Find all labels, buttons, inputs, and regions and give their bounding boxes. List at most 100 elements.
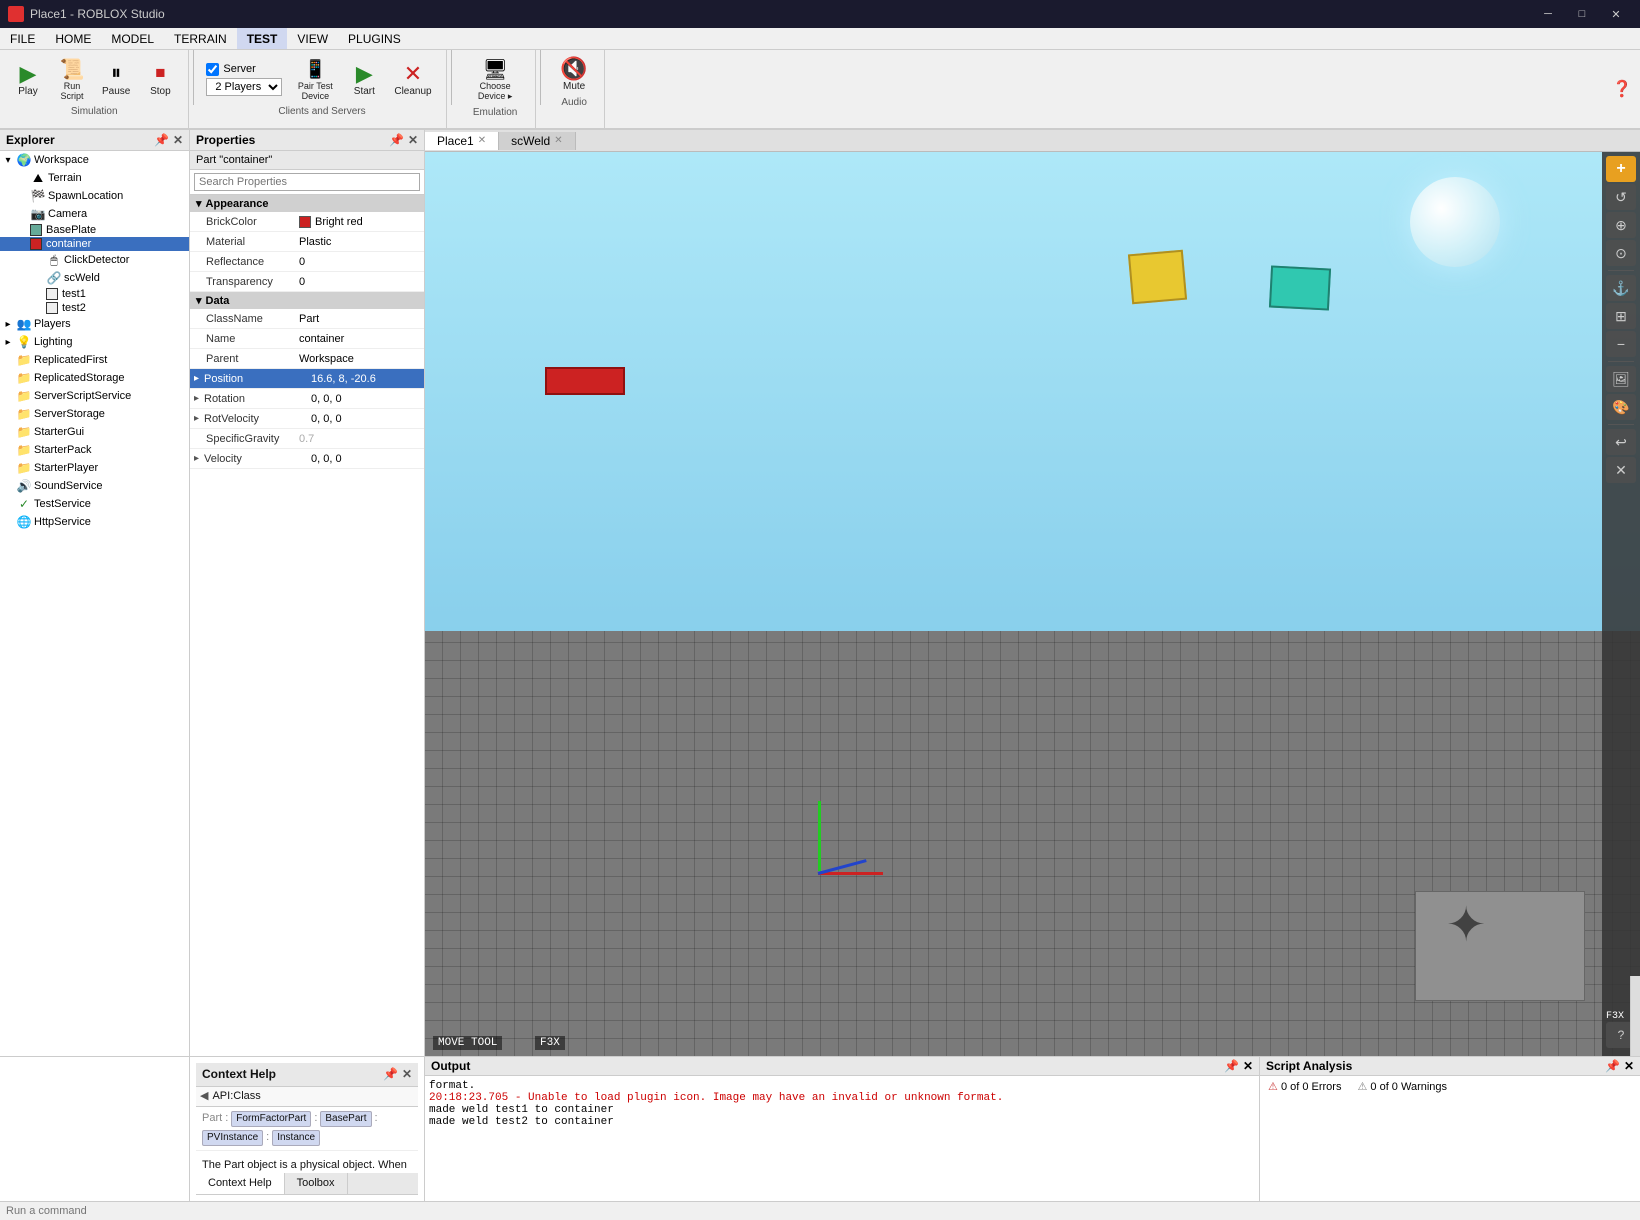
output-close-icon[interactable]: ✕ [1243, 1059, 1253, 1073]
sp-label: StarterPack [34, 444, 91, 456]
emulation-row: 🖥 ChooseDevice ▸ [472, 54, 519, 105]
explorer-item-scweld[interactable]: 🔗 scWeld [0, 269, 189, 287]
prop-parent[interactable]: Parent Workspace [190, 349, 424, 369]
sa-pin-icon[interactable]: 📌 [1605, 1059, 1620, 1073]
menubar: FILE HOME MODEL TERRAIN TEST VIEW PLUGIN… [0, 28, 1640, 50]
menu-file[interactable]: FILE [0, 28, 45, 49]
lighting-icon: 💡 [16, 334, 32, 350]
explorer-item-sss[interactable]: 📁 ServerScriptService [0, 387, 189, 405]
maximize-button[interactable]: □ [1566, 3, 1598, 25]
explorer-pin-icon[interactable]: 📌 [154, 133, 169, 147]
tab-scweld-close[interactable]: ✕ [554, 135, 562, 146]
ch-pin-icon[interactable]: 📌 [383, 1066, 398, 1083]
properties-pin-icon[interactable]: 📌 [389, 133, 404, 147]
menu-test[interactable]: TEST [237, 28, 288, 49]
data-section-header[interactable]: ▾ Data [190, 292, 424, 309]
cleanup-button[interactable]: ✕ Cleanup [388, 59, 437, 100]
minimize-button[interactable]: ─ [1532, 3, 1564, 25]
rt-anchor-button[interactable]: ⚓ [1606, 275, 1636, 301]
tab-toolbox[interactable]: Toolbox [285, 1173, 348, 1194]
prop-classname[interactable]: ClassName Part [190, 309, 424, 329]
output-pin-icon[interactable]: 📌 [1224, 1059, 1239, 1073]
menu-model[interactable]: MODEL [101, 28, 164, 49]
prop-brickcolor[interactable]: BrickColor Bright red [190, 212, 424, 232]
tab-place1-close[interactable]: ✕ [478, 135, 486, 146]
explorer-item-starter-gui[interactable]: 📁 StarterGui [0, 423, 189, 441]
explorer-close-icon[interactable]: ✕ [173, 133, 183, 147]
explorer-item-baseplate[interactable]: BasePlate [0, 223, 189, 237]
help-icon[interactable]: ❓ [1612, 79, 1632, 99]
rt-rotate-button[interactable]: ↺ [1606, 184, 1636, 210]
viewport[interactable]: Place1 ✕ scWeld ✕ ✦ [425, 130, 1640, 1056]
rt-minus-button[interactable]: − [1606, 331, 1636, 357]
rt-undo-button[interactable]: ↩ [1606, 429, 1636, 455]
rt-paint-button[interactable]: 🎨 [1606, 394, 1636, 420]
sa-close-icon[interactable]: ✕ [1624, 1059, 1634, 1073]
prop-rotvelocity[interactable]: ▸ RotVelocity 0, 0, 0 [190, 409, 424, 429]
play-button[interactable]: ▶ Play [8, 59, 48, 100]
properties-close-icon[interactable]: ✕ [408, 133, 418, 147]
menu-view[interactable]: VIEW [287, 28, 338, 49]
appearance-section-header[interactable]: ▾ Appearance [190, 195, 424, 212]
rt-add-button[interactable]: + [1606, 156, 1636, 182]
players-dropdown[interactable]: 2 Players 1 Player 3 Players [206, 78, 282, 96]
explorer-item-starter-player[interactable]: 📁 StarterPlayer [0, 459, 189, 477]
part-link-basepart[interactable]: BasePart [320, 1111, 371, 1127]
tab-place1[interactable]: Place1 ✕ [425, 132, 499, 150]
menu-terrain[interactable]: TERRAIN [164, 28, 237, 49]
start-button[interactable]: ▶ Start [344, 59, 384, 100]
menu-plugins[interactable]: PLUGINS [338, 28, 411, 49]
output-scrollbar[interactable] [1630, 976, 1640, 1056]
clients-section: Server 2 Players 1 Player 3 Players 📱 Pa… [198, 50, 446, 128]
explorer-item-starter-pack[interactable]: 📁 StarterPack [0, 441, 189, 459]
prop-name-row[interactable]: Name container [190, 329, 424, 349]
part-link-instance[interactable]: Instance [272, 1130, 320, 1146]
command-bar-input[interactable] [6, 1205, 1634, 1217]
prop-transparency[interactable]: Transparency 0 [190, 272, 424, 292]
ch-close-icon[interactable]: ✕ [402, 1066, 412, 1083]
explorer-item-test1[interactable]: test1 [0, 287, 189, 301]
explorer-item-test2[interactable]: test2 [0, 301, 189, 315]
prop-velocity[interactable]: ▸ Velocity 0, 0, 0 [190, 449, 424, 469]
close-button[interactable]: ✕ [1600, 3, 1632, 25]
explorer-item-replicated-storage[interactable]: 📁 ReplicatedStorage [0, 369, 189, 387]
part-link-pvinstance[interactable]: PVInstance [202, 1130, 263, 1146]
prop-reflectance[interactable]: Reflectance 0 [190, 252, 424, 272]
explorer-item-test-service[interactable]: ✓ TestService [0, 495, 189, 513]
name-prop-value: container [295, 331, 424, 347]
tab-context-help[interactable]: Context Help [196, 1173, 285, 1194]
rt-grid-button[interactable]: ⊞ [1606, 303, 1636, 329]
explorer-item-replicated-first[interactable]: 📁 ReplicatedFirst [0, 351, 189, 369]
pause-button[interactable]: ⏸ Pause [96, 59, 136, 100]
test2-icon [46, 302, 58, 314]
explorer-item-lighting[interactable]: ▸ 💡 Lighting [0, 333, 189, 351]
prop-rotation[interactable]: ▸ Rotation 0, 0, 0 [190, 389, 424, 409]
mute-button[interactable]: 🔇 Mute [554, 54, 594, 95]
explorer-item-http-service[interactable]: 🌐 HttpService [0, 513, 189, 531]
prop-position[interactable]: ▸ Position 16.6, 8, -20.6 [190, 369, 424, 389]
rt-close-button[interactable]: ✕ [1606, 457, 1636, 483]
rt-scale-button[interactable]: ⊕ [1606, 212, 1636, 238]
pair-test-button[interactable]: 📱 Pair TestDevice [290, 54, 340, 104]
explorer-item-sound-service[interactable]: 🔊 SoundService [0, 477, 189, 495]
server-checkbox[interactable] [206, 63, 219, 76]
choose-device-button[interactable]: 🖥 ChooseDevice ▸ [472, 54, 519, 105]
explorer-item-camera[interactable]: 📷 Camera [0, 205, 189, 223]
explorer-item-terrain[interactable]: ⛰ Terrain [0, 169, 189, 187]
explorer-item-spawn[interactable]: 🏁 SpawnLocation [0, 187, 189, 205]
rt-image-button[interactable]: 🖼 [1606, 366, 1636, 392]
explorer-item-server-storage[interactable]: 📁 ServerStorage [0, 405, 189, 423]
explorer-item-clickdetector[interactable]: 🖱 ClickDetector [0, 251, 189, 269]
rt-select-button[interactable]: ⊙ [1606, 240, 1636, 266]
explorer-item-workspace[interactable]: ▾ 🌍 Workspace [0, 151, 189, 169]
properties-search-input[interactable] [194, 173, 420, 191]
menu-home[interactable]: HOME [45, 28, 101, 49]
explorer-item-container[interactable]: container [0, 237, 189, 251]
tab-scweld[interactable]: scWeld ✕ [499, 132, 576, 150]
part-link-formfactor[interactable]: FormFactorPart [231, 1111, 311, 1127]
prop-specificgravity[interactable]: SpecificGravity 0.7 [190, 429, 424, 449]
run-script-button[interactable]: 📜 RunScript [52, 54, 92, 104]
explorer-item-players[interactable]: ▸ 👥 Players [0, 315, 189, 333]
prop-material[interactable]: Material Plastic [190, 232, 424, 252]
stop-button[interactable]: ⏹ Stop [140, 59, 180, 100]
